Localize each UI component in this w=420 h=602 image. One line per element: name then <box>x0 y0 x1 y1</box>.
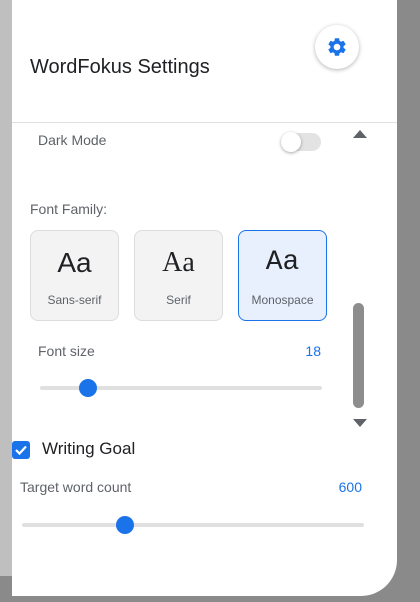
dark-mode-label: Dark Mode <box>38 132 107 148</box>
font-option-serif[interactable]: Aa Serif <box>134 230 223 321</box>
settings-button[interactable] <box>315 25 359 69</box>
target-word-count-slider-thumb[interactable] <box>115 516 134 534</box>
scrollbar-thumb[interactable] <box>353 303 364 408</box>
font-size-label: Font size <box>38 343 95 359</box>
font-size-value: 18 <box>305 343 321 359</box>
font-option-label: Monospace <box>251 293 314 307</box>
font-family-label: Font Family: <box>30 201 108 217</box>
settings-panel: WordFokus Settings Dark Mode Font Family… <box>12 0 397 596</box>
toggle-knob <box>281 132 301 152</box>
target-word-count-slider-track[interactable] <box>22 523 364 527</box>
arrow-down-icon <box>353 419 367 427</box>
writing-goal-checkbox[interactable] <box>12 441 30 459</box>
background-page-edge <box>0 0 12 580</box>
scroll-up-button[interactable] <box>352 128 368 140</box>
scroll-down-button[interactable] <box>352 417 368 429</box>
panel-header: WordFokus Settings <box>12 0 397 123</box>
font-sample: Aa <box>162 247 195 278</box>
font-option-label: Serif <box>166 293 191 307</box>
font-option-sans-serif[interactable]: Aa Sans-serif <box>30 230 119 321</box>
font-option-monospace[interactable]: Aa Monospace <box>238 230 327 321</box>
font-sample: Aa <box>57 247 92 278</box>
dark-mode-toggle[interactable] <box>281 132 321 152</box>
target-word-count-value: 600 <box>338 479 362 495</box>
settings-scroll-area: Dark Mode Font Family: Aa Sans-serif Aa … <box>12 123 397 596</box>
gear-icon <box>328 38 346 56</box>
font-option-label: Sans-serif <box>47 293 102 307</box>
font-size-slider-thumb[interactable] <box>78 379 97 397</box>
panel-title: WordFokus Settings <box>30 56 210 78</box>
font-sample: Aa <box>265 247 300 278</box>
arrow-up-icon <box>353 130 367 138</box>
writing-goal-title: Writing Goal <box>42 439 136 458</box>
target-word-count-label: Target word count <box>20 479 132 495</box>
check-icon <box>15 445 27 456</box>
